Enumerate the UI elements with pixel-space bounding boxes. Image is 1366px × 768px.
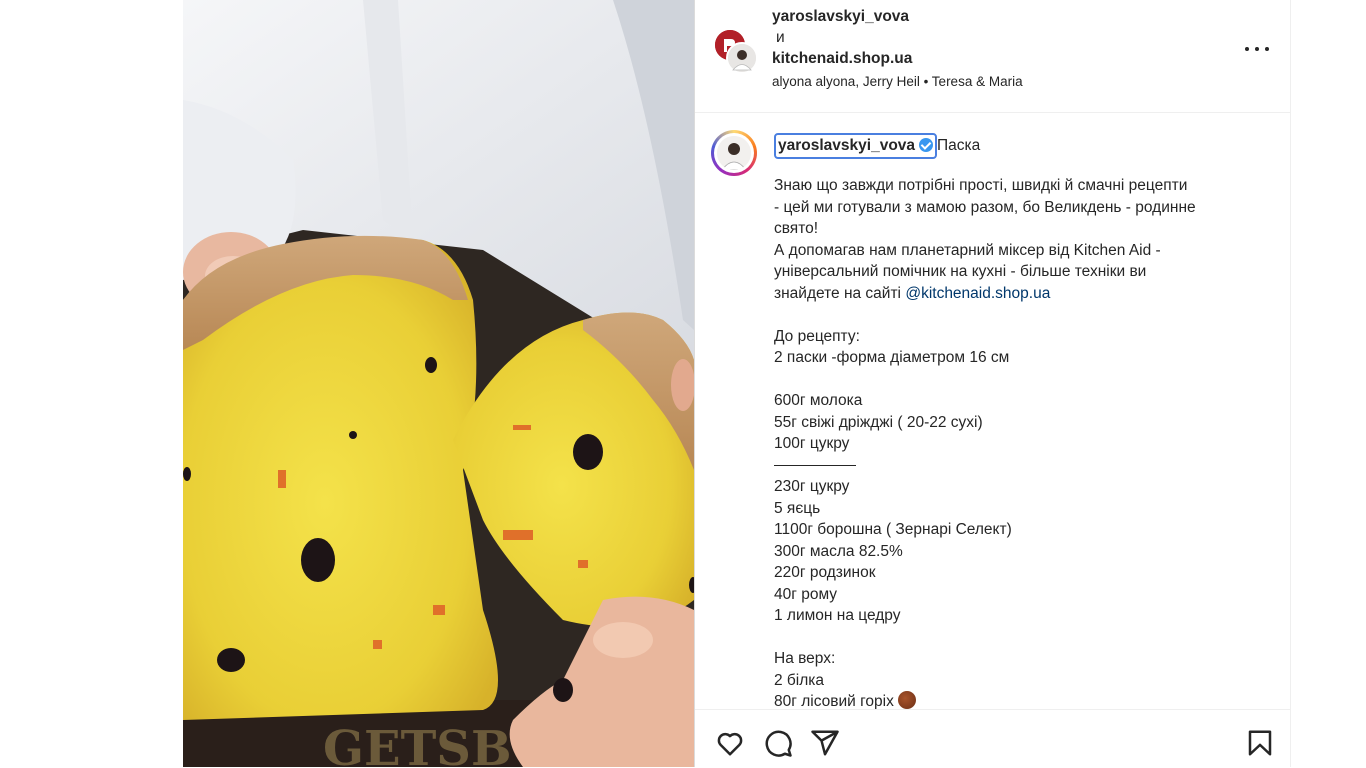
- username-link[interactable]: kitchenaid.shop.ua: [772, 48, 912, 69]
- username-link[interactable]: yaroslavskyi_vova: [772, 6, 912, 27]
- caption-line: 80г лісовий горіх: [774, 691, 1274, 709]
- caption-body: Знаю що завжди потрібні прості, швидкі й…: [774, 175, 1274, 709]
- avatar[interactable]: [726, 42, 758, 74]
- more-options-icon[interactable]: [1243, 37, 1271, 61]
- caption-line: До рецепту:: [774, 327, 860, 345]
- caption-username-link[interactable]: yaroslavskyi_vova: [774, 133, 938, 159]
- caption-line: знайдете на сайті @kitchenaid.shop.ua: [774, 283, 1274, 305]
- caption-line: 1 лимон на цедру: [774, 607, 901, 624]
- caption-username-text: yaroslavskyi_vova: [778, 137, 916, 154]
- caption-line: 2 білка: [774, 671, 825, 689]
- caption-line: 40г рому: [774, 585, 838, 603]
- share-icon[interactable]: [810, 728, 840, 758]
- caption-line: 300г масла 82.5%: [774, 542, 903, 560]
- caption-divider: [774, 455, 1274, 477]
- caption-line: А допомагав нам планетарний міксер від K…: [774, 241, 1161, 259]
- caption-text: знайдете на сайті: [774, 284, 902, 302]
- collab-avatars[interactable]: [713, 28, 758, 74]
- caption-line: 5 яєць: [774, 499, 821, 517]
- post-details-panel: yaroslavskyi_vova и kitchenaid.shop.ua a…: [694, 0, 1291, 767]
- caption-line: На верх:: [774, 650, 836, 667]
- post-header: yaroslavskyi_vova и kitchenaid.shop.ua a…: [695, 0, 1290, 113]
- caption-line: свято!: [774, 220, 819, 237]
- avatar[interactable]: [711, 130, 757, 176]
- caption-title: Паска: [937, 137, 981, 154]
- svg-text:GETSB: GETSB: [323, 721, 512, 767]
- heart-icon[interactable]: [715, 728, 745, 758]
- caption-line: - цей ми готували з мамою разом, бо Вели…: [774, 198, 1196, 216]
- caption-line: 55г свіжі дріжджі ( 20-22 сухі): [774, 413, 983, 431]
- post-image[interactable]: GETSB: [183, 0, 694, 767]
- bookmark-icon[interactable]: [1245, 728, 1275, 758]
- caption-line: Знаю що завжди потрібні прості, швидкі й…: [774, 177, 1188, 194]
- caption-line: 2 паски -форма діаметром 16 см: [774, 349, 1010, 366]
- post-actions-bar: [695, 709, 1290, 768]
- verified-badge-icon: [919, 138, 934, 152]
- caption-line: 100г цукру: [774, 435, 850, 452]
- caption-line: 220г родзинок: [774, 564, 876, 581]
- audio-attribution[interactable]: alyona alyona, Jerry Heil • Teresa & Mar…: [772, 74, 1023, 89]
- post-caption: yaroslavskyi_vova Паска Знаю що завжди по…: [695, 113, 1290, 709]
- hazelnut-emoji-icon: [897, 691, 916, 709]
- chef-avatar-icon: [717, 136, 751, 170]
- paska-bread-photo: GETSB: [183, 0, 694, 767]
- caption-line: 230г цукру: [774, 478, 850, 495]
- caption-line: 1100г борошна ( Зернарі Селект): [774, 521, 1012, 538]
- caption-line: універсальний помічник на кухні - більше…: [774, 263, 1147, 280]
- collab-usernames: yaroslavskyi_vova и kitchenaid.shop.ua: [772, 6, 912, 69]
- conjunction-text: и: [776, 29, 785, 46]
- chef-avatar-icon: [728, 44, 756, 72]
- mention-link[interactable]: @kitchenaid.shop.ua: [905, 285, 1050, 302]
- caption-line: 600г молока: [774, 392, 863, 409]
- comment-icon[interactable]: [763, 728, 793, 758]
- caption-header: yaroslavskyi_vova Паска: [774, 133, 980, 159]
- caption-text: 80г лісовий горіх: [774, 693, 894, 709]
